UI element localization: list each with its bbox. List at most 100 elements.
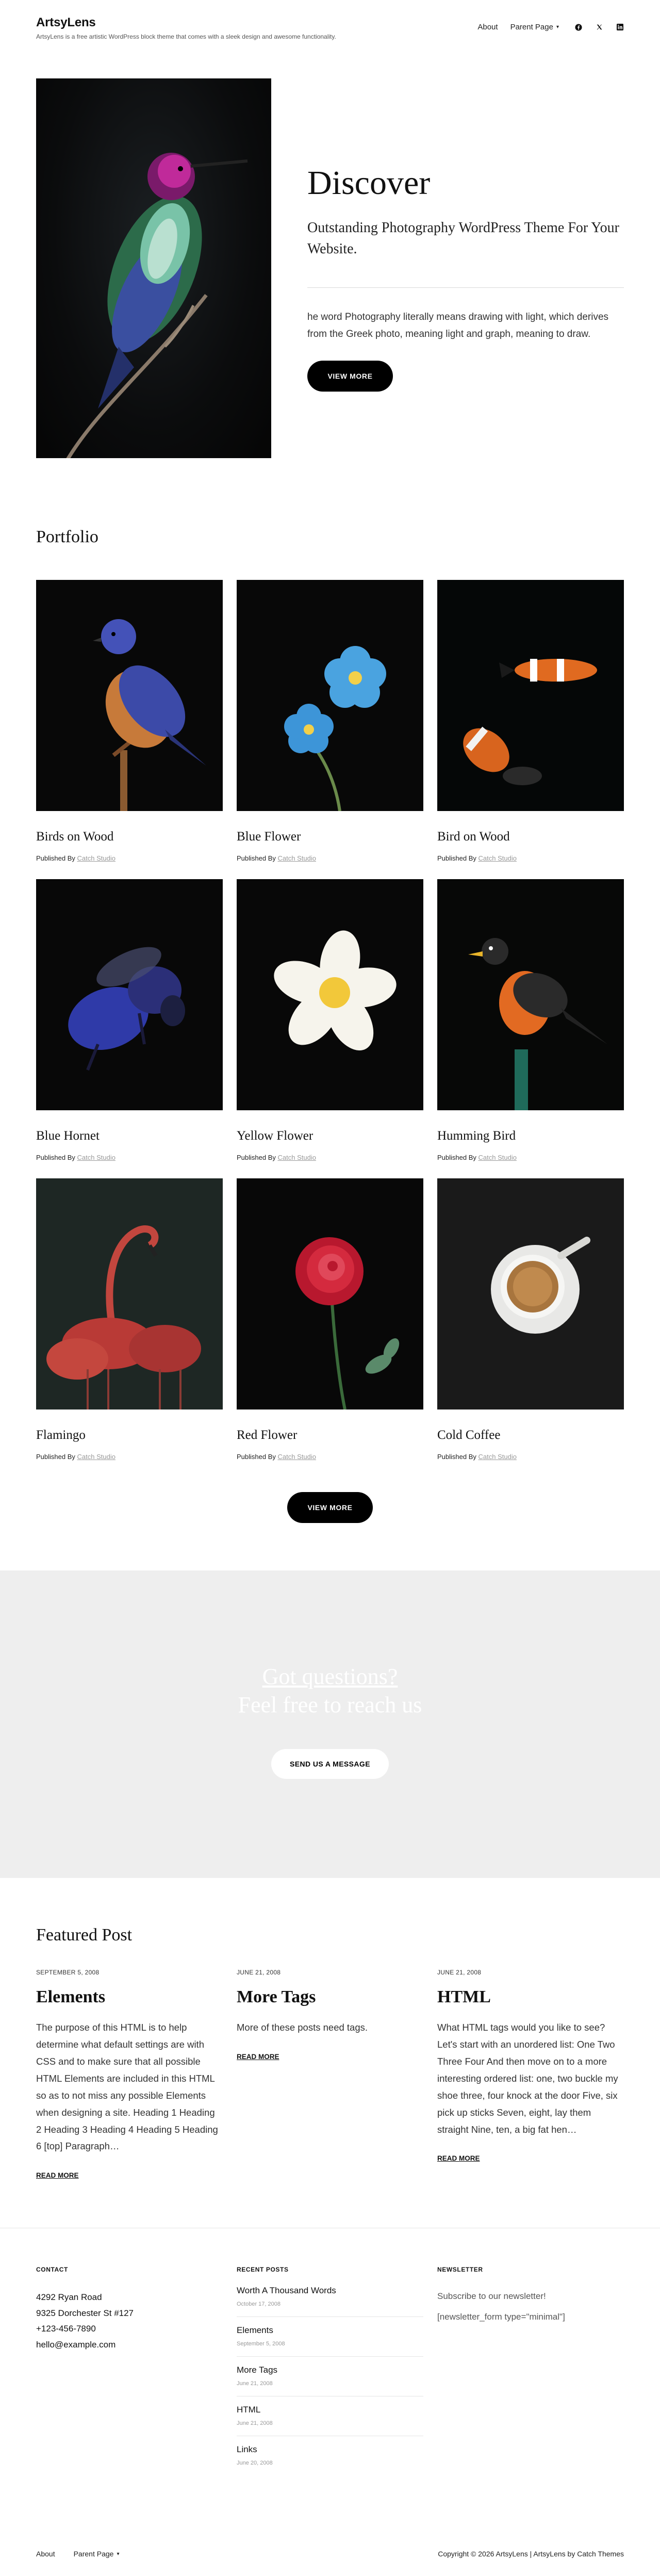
- portfolio-image-blue-forget-me-not[interactable]: [237, 580, 423, 811]
- nav-item-label: Parent Page: [73, 2550, 114, 2558]
- published-by-label: Published By: [36, 1154, 75, 1161]
- post-title[interactable]: HTML: [437, 1987, 624, 2007]
- author-link[interactable]: Catch Studio: [278, 1453, 316, 1461]
- newsletter-text: Subscribe to our newsletter!: [437, 2291, 546, 2301]
- x-twitter-icon[interactable]: [595, 23, 603, 31]
- cta-title: Got questions? Feel free to reach us: [0, 1662, 660, 1719]
- portfolio-image-red-rose[interactable]: [237, 1178, 423, 1409]
- portfolio-card-title[interactable]: Blue Hornet: [36, 1129, 223, 1143]
- portfolio-image-robin-on-post[interactable]: [437, 879, 624, 1110]
- recent-posts-list: Worth A Thousand Words October 17, 2008 …: [237, 2286, 423, 2475]
- portfolio-card: Yellow Flower Published By Catch Studio: [237, 879, 423, 1178]
- author-link[interactable]: Catch Studio: [478, 854, 517, 862]
- contact-widget: CONTACT 4292 Ryan Road 9325 Dorchester S…: [36, 2266, 223, 2475]
- chevron-down-icon: ▾: [117, 2551, 120, 2557]
- list-item: HTML June 21, 2008: [237, 2396, 423, 2436]
- portfolio-card-title[interactable]: Humming Bird: [437, 1129, 624, 1143]
- post-card: JUNE 21, 2008 HTML What HTML tags would …: [437, 1969, 624, 2180]
- portfolio-card-title[interactable]: Flamingo: [36, 1428, 223, 1443]
- portfolio-view-more-button[interactable]: VIEW MORE: [287, 1492, 373, 1523]
- author-link[interactable]: Catch Studio: [77, 1453, 116, 1461]
- send-message-button[interactable]: SEND US A MESSAGE: [271, 1749, 389, 1779]
- recent-post-link[interactable]: Elements: [237, 2325, 273, 2335]
- author-link[interactable]: Catch Studio: [77, 854, 116, 862]
- portfolio-card-title[interactable]: Birds on Wood: [36, 830, 223, 844]
- published-by-label: Published By: [437, 1154, 476, 1161]
- portfolio-card-meta: Published By Catch Studio: [237, 1154, 423, 1161]
- list-item: Worth A Thousand Words October 17, 2008: [237, 2286, 423, 2317]
- site-title[interactable]: ArtsyLens: [36, 15, 96, 30]
- nav-item-parent-page[interactable]: Parent Page ▾: [510, 23, 559, 31]
- read-more-link[interactable]: READ MORE: [237, 2053, 279, 2061]
- portfolio-card-title[interactable]: Red Flower: [237, 1428, 423, 1443]
- published-by-label: Published By: [36, 854, 75, 862]
- site-footer: About Parent Page ▾ Copyright © 2026 Arts…: [36, 2550, 624, 2558]
- portfolio-grid: Birds on Wood Published By Catch Studio: [36, 580, 624, 1478]
- post-title[interactable]: More Tags: [237, 1987, 423, 2007]
- portfolio-section: Portfolio Birds on Wood Published By Cat…: [36, 527, 624, 1523]
- hero-view-more-button[interactable]: VIEW MORE: [307, 360, 393, 392]
- read-more-link[interactable]: READ MORE: [36, 2172, 79, 2179]
- portfolio-image-coffee-cup[interactable]: [437, 1178, 624, 1409]
- portfolio-card-title[interactable]: Blue Flower: [237, 830, 423, 844]
- site-header: ArtsyLens ArtsyLens is a free artistic W…: [0, 0, 660, 57]
- cta-line-questions[interactable]: Got questions?: [0, 1662, 660, 1691]
- portfolio-heading: Portfolio: [36, 527, 98, 546]
- recent-post-date: October 17, 2008: [237, 2301, 281, 2307]
- portfolio-card: Humming Bird Published By Catch Studio: [437, 879, 624, 1178]
- post-excerpt: What HTML tags would you like to see? Le…: [437, 2022, 618, 2135]
- published-by-label: Published By: [237, 854, 276, 862]
- featured-post-section: Featured Post SEPTEMBER 5, 2008 Elements…: [36, 1925, 624, 2180]
- recent-post-date: September 5, 2008: [237, 2341, 285, 2347]
- portfolio-card-meta: Published By Catch Studio: [437, 1453, 624, 1461]
- post-card: JUNE 21, 2008 More Tags More of these po…: [237, 1969, 423, 2180]
- nav-item-about[interactable]: About: [477, 23, 498, 31]
- footer-nav: About Parent Page ▾: [36, 2550, 119, 2558]
- featured-posts: SEPTEMBER 5, 2008 Elements The purpose o…: [36, 1969, 624, 2180]
- portfolio-card-title[interactable]: Bird on Wood: [437, 830, 624, 844]
- facebook-icon[interactable]: [574, 23, 583, 31]
- portfolio-card: Blue Hornet Published By Catch Studio: [36, 879, 223, 1178]
- list-item: Links June 20, 2008: [237, 2436, 423, 2475]
- portfolio-actions: VIEW MORE: [36, 1492, 624, 1523]
- author-link[interactable]: Catch Studio: [478, 1154, 517, 1161]
- hero-subtitle: Outstanding Photography WordPress Theme …: [307, 220, 619, 257]
- author-link[interactable]: Catch Studio: [478, 1453, 517, 1461]
- linkedin-icon[interactable]: [616, 23, 624, 31]
- portfolio-card-title[interactable]: Cold Coffee: [437, 1428, 624, 1443]
- portfolio-image-blue-bee[interactable]: [36, 879, 223, 1110]
- portfolio-image-frangipani[interactable]: [237, 879, 423, 1110]
- recent-post-date: June 21, 2008: [237, 2380, 273, 2387]
- portfolio-card-meta: Published By Catch Studio: [36, 1453, 223, 1461]
- featured-heading: Featured Post: [36, 1925, 133, 1945]
- social-links: [574, 23, 624, 31]
- recent-post-link[interactable]: More Tags: [237, 2365, 277, 2375]
- author-link[interactable]: Catch Studio: [278, 854, 316, 862]
- published-by-label: Published By: [36, 1453, 75, 1461]
- author-link[interactable]: Catch Studio: [77, 1154, 116, 1161]
- read-more-link[interactable]: READ MORE: [437, 2154, 480, 2162]
- contact-title: CONTACT: [36, 2266, 68, 2273]
- portfolio-card-title[interactable]: Yellow Flower: [237, 1129, 423, 1143]
- newsletter-title: NEWSLETTER: [437, 2266, 483, 2273]
- recent-post-link[interactable]: HTML: [237, 2405, 260, 2415]
- contact-address-line: 4292 Ryan Road: [36, 2292, 102, 2302]
- published-by-label: Published By: [237, 1154, 276, 1161]
- cta-section: Got questions? Feel free to reach us SEN…: [0, 1570, 660, 1878]
- footer-nav-item-parent-page[interactable]: Parent Page ▾: [74, 2550, 120, 2558]
- published-by-label: Published By: [437, 854, 476, 862]
- portfolio-image-bluebird-on-branch[interactable]: [36, 580, 223, 811]
- footer-nav-item-about[interactable]: About: [36, 2550, 55, 2558]
- post-date: JUNE 21, 2008: [237, 1969, 281, 1976]
- post-title[interactable]: Elements: [36, 1987, 223, 2007]
- nav-item-label: Parent Page: [510, 23, 553, 31]
- portfolio-card: Cold Coffee Published By Catch Studio: [437, 1178, 624, 1478]
- recent-post-link[interactable]: Links: [237, 2444, 257, 2454]
- portfolio-image-clownfish[interactable]: [437, 580, 624, 811]
- recent-post-link[interactable]: Worth A Thousand Words: [237, 2286, 336, 2295]
- post-card: SEPTEMBER 5, 2008 Elements The purpose o…: [36, 1969, 223, 2180]
- author-link[interactable]: Catch Studio: [278, 1154, 316, 1161]
- recent-post-date: June 21, 2008: [237, 2420, 273, 2426]
- portfolio-image-flamingos[interactable]: [36, 1178, 223, 1409]
- portfolio-card: Birds on Wood Published By Catch Studio: [36, 580, 223, 879]
